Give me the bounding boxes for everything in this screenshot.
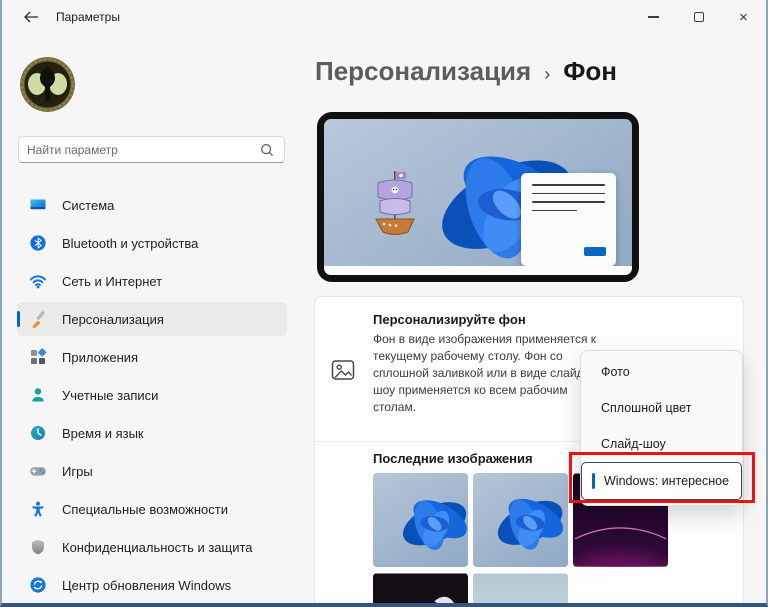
system-icon	[29, 196, 47, 214]
sidebar: Система Bluetooth и устройства	[2, 36, 302, 603]
back-button[interactable]	[16, 6, 46, 30]
close-button[interactable]: ×	[721, 0, 766, 34]
bluetooth-icon	[29, 234, 47, 252]
preview-dialog-card	[521, 173, 616, 266]
personalization-icon	[29, 310, 47, 328]
sidebar-item-label: Система	[62, 197, 115, 213]
back-icon	[24, 11, 38, 22]
card-title: Персонализируйте фон	[373, 312, 526, 327]
sidebar-item-label: Время и язык	[62, 425, 144, 441]
settings-window: Параметры × Найти параметр Система Bluet…	[0, 0, 768, 607]
sidebar-nav: Система Bluetooth и устройства Сеть и Ин…	[17, 188, 287, 602]
search-input[interactable]	[19, 142, 259, 157]
maximize-button[interactable]	[676, 0, 721, 34]
dropdown-option-solid-color[interactable]: Сплошной цвет	[581, 390, 742, 426]
sidebar-item-personalization[interactable]: Персонализация	[17, 302, 287, 336]
pirate-ship-sticker	[375, 171, 415, 235]
window-controls: ×	[631, 0, 766, 34]
sidebar-item-label: Конфиденциальность и защита	[62, 539, 253, 555]
dialog-line	[532, 192, 605, 195]
avatar-image	[20, 57, 75, 112]
sidebar-item-label: Персонализация	[62, 311, 164, 327]
sidebar-item-accessibility[interactable]: Специальные возможности	[17, 492, 287, 526]
sidebar-item-label: Специальные возможности	[62, 501, 228, 517]
recent-image-thumbnail[interactable]	[473, 473, 568, 567]
recent-image-thumbnail[interactable]	[373, 573, 468, 603]
sidebar-item-bluetooth[interactable]: Bluetooth и устройства	[17, 226, 287, 260]
dropdown-option-photo[interactable]: Фото	[581, 354, 742, 390]
breadcrumb: Персонализация › Фон	[315, 56, 617, 87]
sidebar-item-label: Центр обновления Windows	[62, 577, 232, 593]
titlebar: Параметры ×	[2, 0, 766, 36]
minimize-button[interactable]	[631, 0, 676, 34]
sidebar-item-label: Приложения	[62, 349, 139, 365]
dialog-line	[532, 184, 605, 186]
sidebar-item-network[interactable]: Сеть и Интернет	[17, 264, 287, 298]
main-content: Персонализация › Фон Персонализируйте фо…	[302, 36, 766, 603]
dropdown-option-slideshow[interactable]: Слайд-шоу	[581, 426, 742, 462]
dropdown-option-windows-spotlight[interactable]: Windows: интересное	[581, 462, 742, 500]
sidebar-item-accounts[interactable]: Учетные записи	[17, 378, 287, 412]
chevron-right-icon: ›	[544, 64, 551, 84]
sidebar-item-windows-update[interactable]: Центр обновления Windows	[17, 568, 287, 602]
close-icon: ×	[739, 8, 748, 26]
dialog-line	[532, 209, 578, 212]
breadcrumb-personalization[interactable]: Персонализация	[315, 56, 531, 87]
recent-image-thumbnail[interactable]	[473, 573, 568, 603]
accounts-icon	[29, 386, 47, 404]
picture-icon	[331, 358, 355, 382]
avatar	[20, 57, 75, 112]
time-language-icon	[29, 424, 47, 442]
sidebar-item-gaming[interactable]: Игры	[17, 454, 287, 488]
sidebar-item-privacy[interactable]: Конфиденциальность и защита	[17, 530, 287, 564]
sidebar-item-label: Сеть и Интернет	[62, 273, 163, 289]
background-type-dropdown: Фото Сплошной цвет Слайд-шоу Windows: ин…	[580, 350, 743, 506]
page-title: Фон	[563, 56, 617, 86]
background-preview-device	[317, 112, 639, 282]
recent-image-thumbnail[interactable]	[373, 473, 468, 567]
privacy-icon	[29, 538, 47, 556]
sidebar-item-label: Bluetooth и устройства	[62, 235, 199, 251]
preview-screen	[324, 119, 632, 275]
minimize-icon	[648, 16, 659, 18]
selected-indicator	[592, 473, 595, 489]
accessibility-icon	[29, 500, 47, 518]
apps-icon	[29, 348, 47, 366]
recent-images-label: Последние изображения	[373, 451, 533, 466]
app-title: Параметры	[56, 10, 120, 24]
network-icon	[29, 272, 47, 290]
preview-taskbar	[324, 266, 632, 275]
sidebar-item-time-language[interactable]: Время и язык	[17, 416, 287, 450]
gaming-icon	[29, 462, 47, 480]
sidebar-item-label: Учетные записи	[62, 387, 159, 403]
dialog-line	[532, 201, 605, 203]
maximize-icon	[693, 12, 704, 22]
search-box	[18, 136, 285, 163]
search-icon[interactable]	[259, 142, 275, 158]
card-description: Фон в виде изображения применяется к тек…	[373, 332, 597, 414]
windows-update-icon	[29, 576, 47, 594]
dropdown-option-label: Windows: интересное	[604, 474, 730, 488]
sidebar-item-apps[interactable]: Приложения	[17, 340, 287, 374]
sidebar-item-system[interactable]: Система	[17, 188, 287, 222]
dialog-accent-button	[584, 247, 606, 256]
sidebar-item-label: Игры	[62, 463, 93, 479]
